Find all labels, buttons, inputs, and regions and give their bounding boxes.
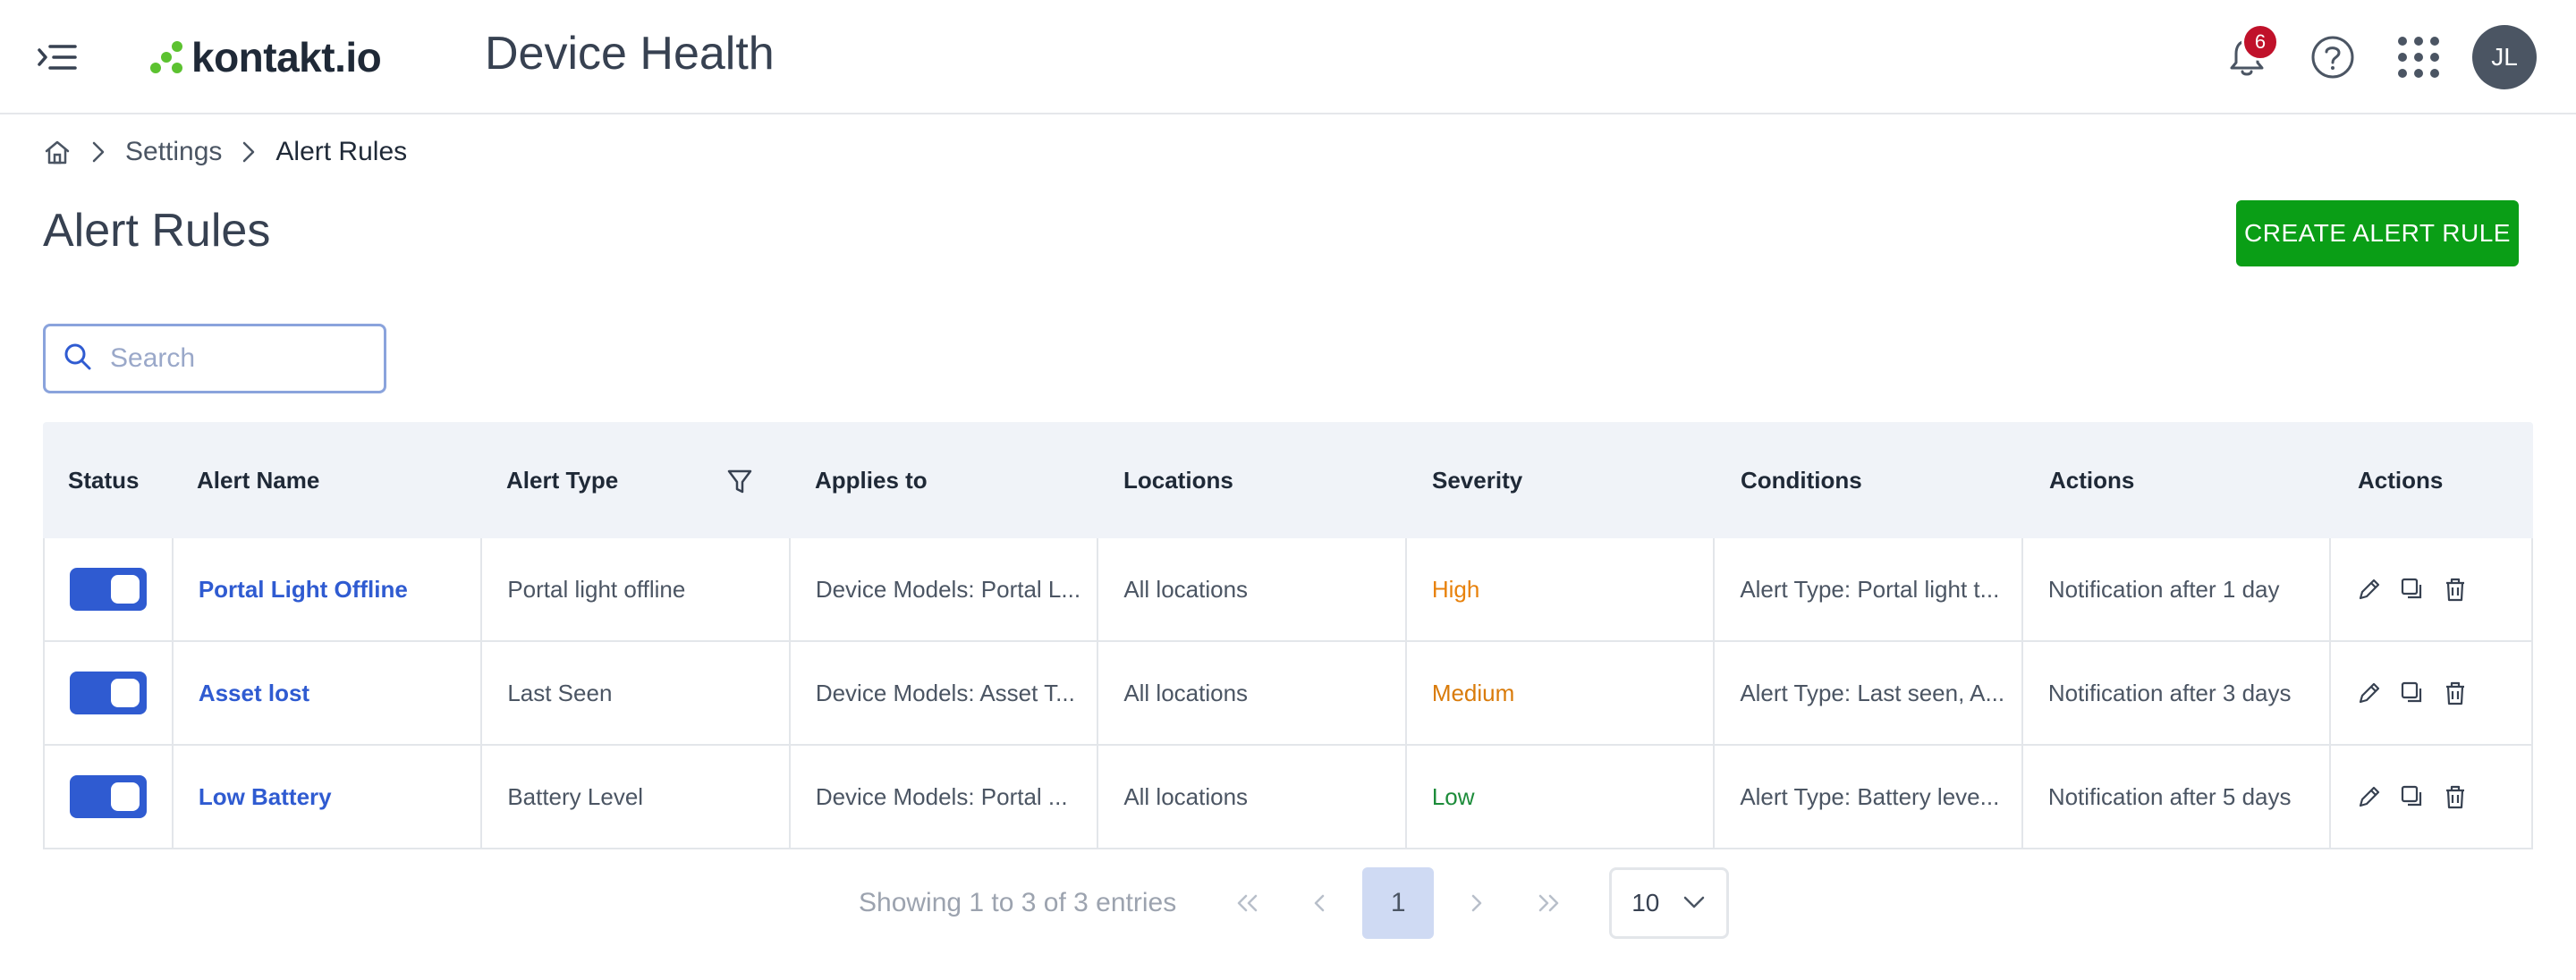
severity-cell: High bbox=[1407, 538, 1716, 640]
column-header-severity[interactable]: Severity bbox=[1407, 422, 1716, 538]
table-row: Asset lost Last Seen Device Models: Asse… bbox=[43, 642, 2533, 746]
alert-type-cell: Last Seen bbox=[482, 642, 791, 744]
help-icon[interactable] bbox=[2306, 30, 2360, 84]
breadcrumb-settings[interactable]: Settings bbox=[125, 137, 222, 167]
table-row: Low Battery Battery Level Device Models:… bbox=[43, 746, 2533, 849]
top-bar: kontakt.io Device Health 6 JL bbox=[0, 0, 2576, 114]
column-header-alert-name[interactable]: Alert Name bbox=[172, 422, 481, 538]
menu-toggle-icon[interactable] bbox=[36, 39, 79, 75]
edit-icon[interactable] bbox=[2356, 576, 2383, 603]
table-header: Status Alert Name Alert Type Applies to … bbox=[43, 422, 2533, 538]
chevron-down-icon bbox=[1682, 889, 1707, 917]
home-icon[interactable] bbox=[43, 138, 72, 166]
notification-count-badge: 6 bbox=[2241, 23, 2279, 61]
severity-label: High bbox=[1431, 575, 1480, 603]
column-header-conditions[interactable]: Conditions bbox=[1716, 422, 2024, 538]
column-header-alert-type-label: Alert Type bbox=[506, 466, 619, 494]
actions-cell: Notification after 1 day bbox=[2023, 538, 2332, 640]
table-row: Portal Light Offline Portal light offlin… bbox=[43, 538, 2533, 642]
status-cell bbox=[45, 538, 174, 640]
alert-name-cell: Asset lost bbox=[174, 642, 483, 744]
search-input[interactable] bbox=[110, 343, 360, 374]
previous-page-icon[interactable] bbox=[1284, 867, 1355, 939]
status-toggle[interactable] bbox=[70, 775, 147, 818]
column-header-applies-to[interactable]: Applies to bbox=[790, 422, 1098, 538]
alert-name-link[interactable]: Portal Light Offline bbox=[199, 576, 408, 604]
alert-rules-table: Status Alert Name Alert Type Applies to … bbox=[43, 422, 2533, 849]
alert-name-link[interactable]: Asset lost bbox=[199, 680, 309, 707]
severity-cell: Medium bbox=[1407, 642, 1716, 744]
row-actions-cell bbox=[2331, 538, 2531, 640]
applies-to-cell: Device Models: Asset T... bbox=[791, 642, 1099, 744]
actions-cell: Notification after 5 days bbox=[2023, 746, 2332, 848]
apps-grid-icon[interactable] bbox=[2392, 30, 2445, 84]
search-box[interactable] bbox=[43, 324, 386, 393]
pagination: Showing 1 to 3 of 3 entries 1 10 bbox=[859, 867, 1730, 939]
alert-name-cell: Portal Light Offline bbox=[174, 538, 483, 640]
status-toggle[interactable] bbox=[70, 672, 147, 714]
page-size-value: 10 bbox=[1631, 889, 1660, 917]
delete-icon[interactable] bbox=[2442, 783, 2469, 810]
delete-icon[interactable] bbox=[2442, 680, 2469, 706]
last-page-icon[interactable] bbox=[1513, 867, 1584, 939]
alert-type-cell: Battery Level bbox=[482, 746, 791, 848]
severity-cell: Low bbox=[1407, 746, 1716, 848]
column-header-locations[interactable]: Locations bbox=[1098, 422, 1407, 538]
severity-label: Medium bbox=[1431, 679, 1515, 706]
column-header-status[interactable]: Status bbox=[43, 422, 172, 538]
duplicate-icon[interactable] bbox=[2399, 783, 2426, 810]
column-header-alert-type[interactable]: Alert Type bbox=[481, 422, 790, 538]
conditions-cell: Alert Type: Battery leve... bbox=[1715, 746, 2023, 848]
locations-cell: All locations bbox=[1098, 538, 1407, 640]
chevron-right-icon bbox=[89, 139, 107, 165]
page-title: Alert Rules bbox=[43, 205, 271, 257]
filter-icon[interactable] bbox=[725, 467, 754, 495]
locations-cell: All locations bbox=[1098, 642, 1407, 744]
alert-type-cell: Portal light offline bbox=[482, 538, 791, 640]
status-toggle[interactable] bbox=[70, 568, 147, 611]
row-actions-cell bbox=[2331, 642, 2531, 744]
applies-to-cell: Device Models: Portal ... bbox=[791, 746, 1099, 848]
status-cell bbox=[45, 642, 174, 744]
applies-to-cell: Device Models: Portal L... bbox=[791, 538, 1099, 640]
pagination-info: Showing 1 to 3 of 3 entries bbox=[859, 888, 1177, 917]
conditions-cell: Alert Type: Last seen, A... bbox=[1715, 642, 2023, 744]
breadcrumb: Settings Alert Rules bbox=[43, 134, 407, 170]
page-size-select[interactable]: 10 bbox=[1609, 867, 1730, 939]
duplicate-icon[interactable] bbox=[2399, 680, 2426, 706]
first-page-icon[interactable] bbox=[1212, 867, 1284, 939]
duplicate-icon[interactable] bbox=[2399, 576, 2426, 603]
locations-cell: All locations bbox=[1098, 746, 1407, 848]
app-title: Device Health bbox=[485, 28, 775, 80]
logo-text: kontakt.io bbox=[191, 34, 382, 80]
user-avatar[interactable]: JL bbox=[2472, 25, 2537, 89]
next-page-icon[interactable] bbox=[1441, 867, 1513, 939]
conditions-cell: Alert Type: Portal light t... bbox=[1715, 538, 2023, 640]
kontakt-logo[interactable]: kontakt.io bbox=[148, 30, 382, 84]
create-alert-rule-button[interactable]: CREATE ALERT RULE bbox=[2236, 200, 2519, 266]
alert-name-cell: Low Battery bbox=[174, 746, 483, 848]
page-number-button[interactable]: 1 bbox=[1362, 867, 1435, 939]
status-cell bbox=[45, 746, 174, 848]
breadcrumb-alert-rules: Alert Rules bbox=[275, 137, 408, 166]
row-actions-cell bbox=[2331, 746, 2531, 848]
chevron-right-icon bbox=[240, 139, 258, 165]
logo-mark-icon bbox=[148, 39, 184, 75]
alert-name-link[interactable]: Low Battery bbox=[199, 783, 332, 811]
delete-icon[interactable] bbox=[2442, 576, 2469, 603]
actions-cell: Notification after 3 days bbox=[2023, 642, 2332, 744]
edit-icon[interactable] bbox=[2356, 783, 2383, 810]
column-header-actions[interactable]: Actions bbox=[2024, 422, 2333, 538]
column-header-row-actions: Actions bbox=[2358, 466, 2444, 494]
severity-label: Low bbox=[1431, 782, 1475, 810]
search-icon bbox=[64, 342, 92, 376]
edit-icon[interactable] bbox=[2356, 680, 2383, 706]
